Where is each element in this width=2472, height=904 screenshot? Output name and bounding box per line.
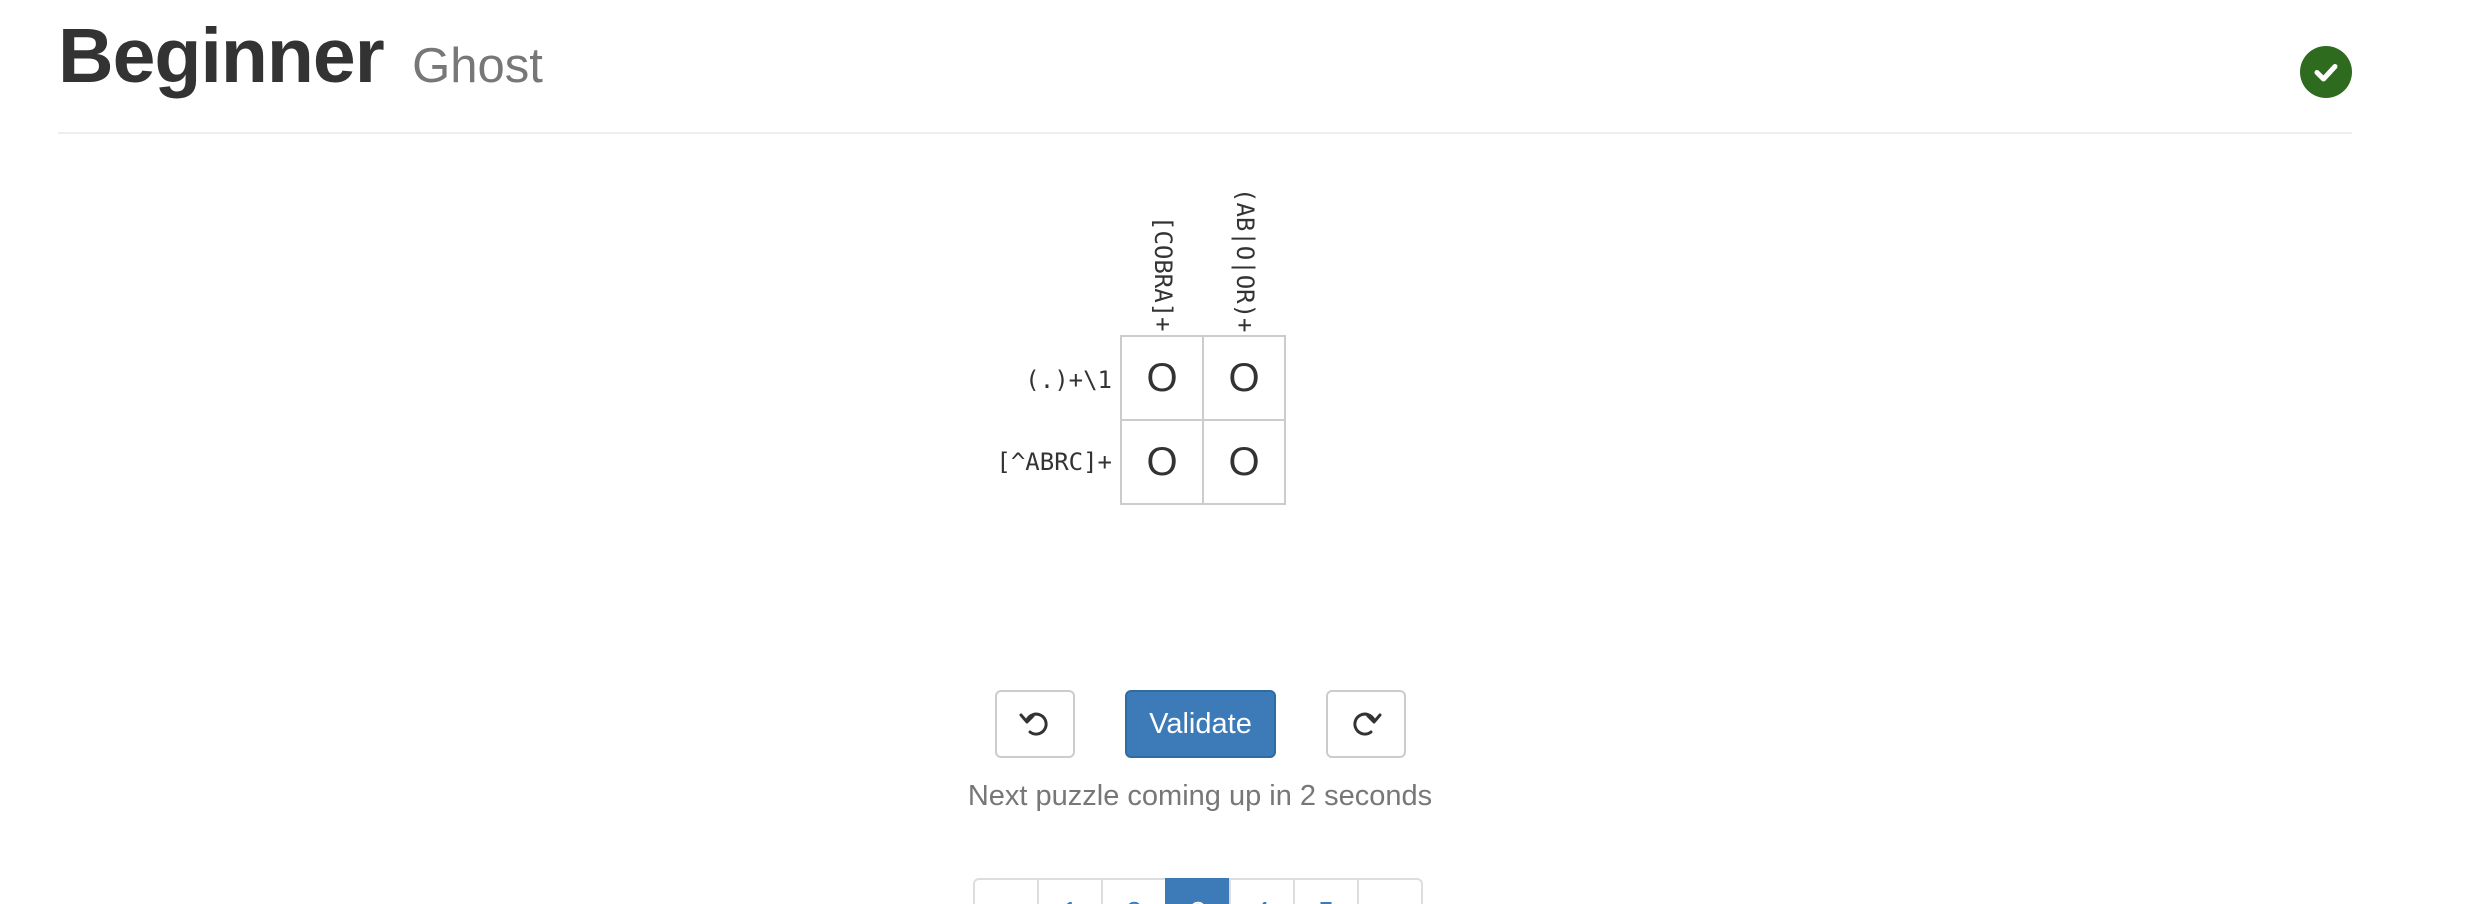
- puzzle-name: Ghost: [412, 39, 543, 93]
- level-title: Beginner: [58, 13, 385, 99]
- solved-check-icon: [2300, 46, 2352, 98]
- redo-button[interactable]: [1326, 690, 1406, 758]
- grid-cell-r1-c1[interactable]: O: [1120, 335, 1204, 421]
- pagination-page-5[interactable]: 5: [1293, 878, 1359, 904]
- pagination: « 1 2 3 4 5 »: [973, 878, 1423, 904]
- pagination-page-2[interactable]: 2: [1101, 878, 1167, 904]
- column-clue-2: (AB|O|OR)+: [1204, 150, 1286, 333]
- validate-button[interactable]: Validate: [1125, 690, 1276, 758]
- pagination-prev[interactable]: «: [973, 878, 1039, 904]
- grid-row-2: O O: [1120, 419, 1286, 505]
- row-clue-2: [^ABRC]+: [996, 448, 1112, 476]
- pagination-next[interactable]: »: [1357, 878, 1423, 904]
- pagination-page-4[interactable]: 4: [1229, 878, 1295, 904]
- grid-cell-r1-c2[interactable]: O: [1202, 335, 1286, 421]
- page-header: Beginner Ghost: [58, 0, 2352, 134]
- column-clue-1-text: [COBRA]+: [1149, 216, 1177, 332]
- row-clue-1: (.)+\1: [1025, 366, 1112, 394]
- column-clue-1: [COBRA]+: [1122, 150, 1204, 332]
- grid-cell-r2-c1[interactable]: O: [1120, 419, 1204, 505]
- undo-icon: [1019, 712, 1048, 736]
- pagination-page-3[interactable]: 3: [1165, 878, 1231, 904]
- column-clue-2-text: (AB|O|OR)+: [1231, 187, 1259, 333]
- pagination-page-1[interactable]: 1: [1037, 878, 1103, 904]
- next-puzzle-message: Next puzzle coming up in 2 seconds: [967, 780, 1433, 812]
- checkmark-icon: [2314, 64, 2338, 82]
- redo-icon: [1353, 712, 1382, 736]
- puzzle-grid: O O O O: [1120, 335, 1286, 505]
- puzzle-page: Beginner Ghost [COBRA]+ (AB|O|OR)+ (.)+\…: [0, 0, 2472, 904]
- undo-button[interactable]: [995, 690, 1075, 758]
- grid-row-1: O O: [1120, 335, 1286, 421]
- grid-cell-r2-c2[interactable]: O: [1202, 419, 1286, 505]
- page-title: Beginner Ghost: [58, 6, 543, 116]
